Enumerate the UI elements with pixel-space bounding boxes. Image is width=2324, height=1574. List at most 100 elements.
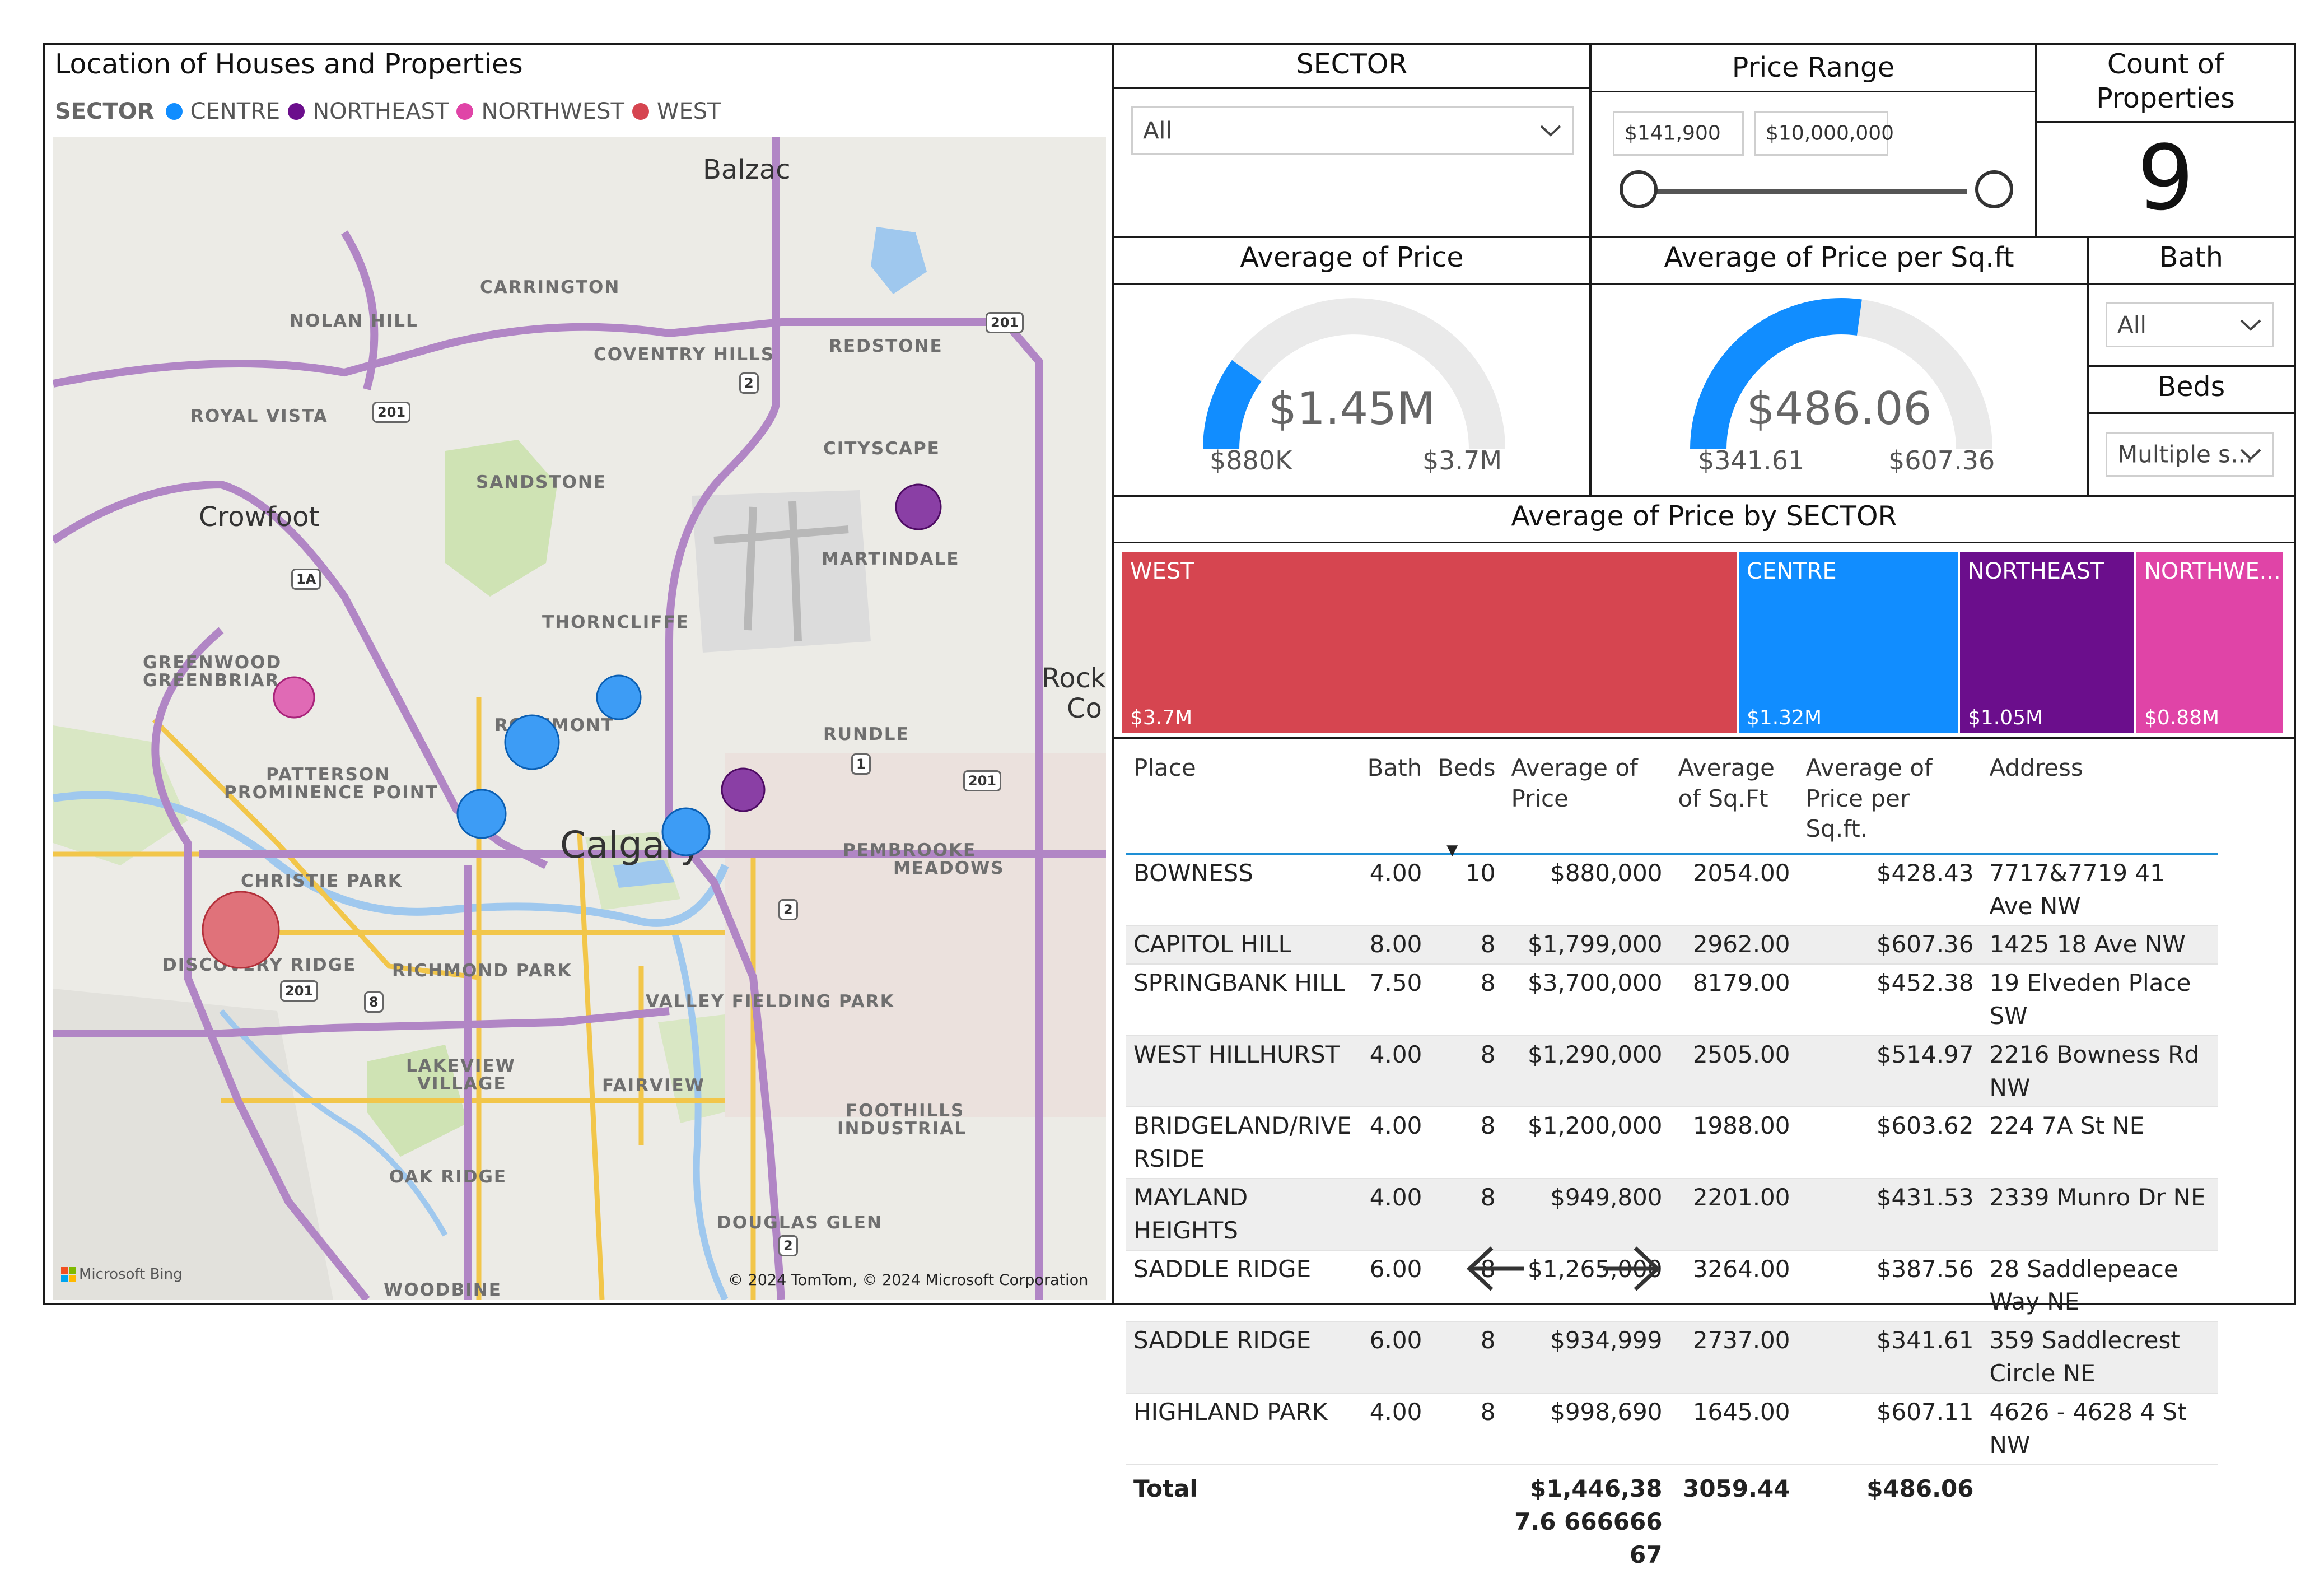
avg-ppsf-gauge-value: $486.06 <box>1746 383 1932 435</box>
table-row[interactable]: BRIDGELAND/RIVE RSIDE 4.00 8 $1,200,000 1988… <box>1126 1107 2218 1179</box>
arrow-left-icon <box>1466 1246 1524 1291</box>
legend-west: WEST <box>656 99 721 124</box>
price-max-input[interactable]: $10,000,000 <box>1754 111 1894 156</box>
map-canvas[interactable]: Balzac CARRINGTON NOLAN HILL COVENTRY HI… <box>53 137 1106 1300</box>
price-min-value: $141,900 <box>1625 122 1721 145</box>
table-row[interactable]: SPRINGBANK HILL 7.50 8 $3,700,000 8179.00 $45… <box>1126 964 2218 1036</box>
bath-dropdown-value: All <box>2117 311 2147 339</box>
table-row[interactable]: WEST HILLHURST 4.00 8 $1,290,000 2505.00 $514… <box>1126 1035 2218 1107</box>
bath-slicer-panel: Bath All <box>2087 236 2296 367</box>
treemap-tile-value: $3.7M <box>1130 706 1193 729</box>
bubble-centre <box>504 714 560 770</box>
legend-northeast: NORTHEAST <box>312 99 449 124</box>
col-place[interactable]: Place <box>1126 747 1360 854</box>
col-avg-ppsf[interactable]: Average of Price per Sq.ft. <box>1798 747 1982 854</box>
chevron-down-icon <box>1540 125 1561 137</box>
cell-sqft: 2054.00 <box>1692 859 1790 887</box>
cell-beds: 8 <box>1430 1035 1504 1107</box>
divider <box>2037 121 2294 123</box>
property-table: Place Bath Beds ▼ Average of Price Average… <box>1126 747 2218 1574</box>
cell-sqft: 8179.00 <box>1692 969 1790 997</box>
cell-sqft: 1645.00 <box>1692 1398 1790 1426</box>
table-row[interactable]: CAPITOL HILL 8.00 8 $1,799,000 2962.00 $607.3… <box>1126 925 2218 965</box>
map-legend: SECTOR CENTRE NORTHEAST NORTHWEST WEST <box>55 99 721 124</box>
treemap-tile-label: CENTRE <box>1747 558 1837 584</box>
map-bubbles <box>202 483 942 969</box>
divider <box>1114 283 1589 285</box>
treemap-tile-value: $0.88M <box>2144 706 2220 729</box>
cell-place: SADDLE RIDGE <box>1133 1255 1312 1283</box>
beds-dropdown[interactable]: Multiple s... <box>2106 432 2274 477</box>
legend-dot-northwest <box>456 103 474 120</box>
col-avg-price[interactable]: Average of Price <box>1504 747 1670 854</box>
bubble-northeast <box>721 767 766 812</box>
cell-address: 359 Saddlecrest Circle NE <box>1981 1321 2218 1393</box>
next-page-button[interactable] <box>1592 1238 1670 1300</box>
cell-bath: 4.00 <box>1359 1035 1430 1107</box>
chevron-down-icon <box>2240 449 2261 460</box>
table-row[interactable]: SADDLE RIDGE 6.00 8 $1,265,000 3264.00 $387.5… <box>1126 1250 2218 1322</box>
cell-bath: 4.00 <box>1369 1112 1422 1140</box>
treemap-tile-centre[interactable]: CENTRE $1.32M <box>1739 552 1958 733</box>
price-slider-min-handle[interactable] <box>1620 170 1658 208</box>
bubble-centre <box>456 789 507 839</box>
divider <box>1592 91 2035 92</box>
col-bath[interactable]: Bath <box>1360 747 1430 854</box>
table-row[interactable]: MAYLAND HEIGHTS 4.00 8 $949,800 2201.00 $431.… <box>1126 1178 2218 1250</box>
col-beds[interactable]: Beds ▼ <box>1430 747 1503 859</box>
sort-desc-icon: ▼ <box>1446 841 1458 859</box>
beds-slicer-title: Beds <box>2157 371 2225 403</box>
col-address[interactable]: Address <box>1982 747 2218 854</box>
legend-title: SECTOR <box>55 99 155 124</box>
map-copyright: © 2024 TomTom, © 2024 Microsoft Corporat… <box>728 1272 1089 1289</box>
sector-dropdown-value: All <box>1143 117 1173 145</box>
cell-ppsf: $607.36 <box>1798 925 1982 965</box>
table-row[interactable]: SADDLE RIDGE 6.00 8 $934,999 2737.00 $341.61 3… <box>1126 1321 2218 1393</box>
avg-price-gauge-max: $3.7M <box>1422 445 1502 476</box>
treemap-tile-west[interactable]: WEST $3.7M <box>1122 552 1737 733</box>
cell-bath: 6.00 <box>1369 1255 1422 1283</box>
map-panel: Location of Houses and Properties SECTOR… <box>43 43 1114 1305</box>
beds-slicer-panel: Beds Multiple s... <box>2087 365 2296 497</box>
cell-price: $998,690 <box>1550 1398 1663 1426</box>
legend-dot-west <box>632 103 649 120</box>
cell-price: $3,700,000 <box>1528 969 1663 997</box>
price-min-input[interactable]: $141,900 <box>1613 111 1744 156</box>
chevron-down-icon <box>2240 319 2261 331</box>
bubble-northeast <box>895 483 942 530</box>
treemap-tile-northwe[interactable]: NORTHWE... $0.88M <box>2136 552 2283 733</box>
table-row[interactable]: HIGHLAND PARK 4.00 8 $998,690 1645.00 $607.11… <box>1126 1393 2218 1465</box>
divider <box>2089 412 2294 414</box>
bath-dropdown[interactable]: All <box>2106 302 2274 347</box>
sector-dropdown[interactable]: All <box>1131 106 1574 155</box>
cell-address: 28 Saddlepeace Way NE <box>1989 1255 2178 1316</box>
table-row[interactable]: BOWNESS 4.00 10 $880,000 2054.00 $428.43 7717&… <box>1126 854 2218 926</box>
cell-ppsf: $387.56 <box>1876 1255 1974 1283</box>
cell-bath: 4.00 <box>1369 1398 1422 1426</box>
treemap-panel: Average of Price by SECTOR WEST $3.7M CENT… <box>1112 495 2296 739</box>
cell-ppsf: $431.53 <box>1798 1178 1982 1250</box>
cell-beds: 8 <box>1430 1321 1504 1393</box>
cell-ppsf: $428.43 <box>1876 859 1974 887</box>
cell-address: 224 7A St NE <box>1989 1112 2145 1140</box>
avg-price-gauge-title: Average of Price <box>1240 241 1464 273</box>
cell-ppsf: $603.62 <box>1876 1112 1974 1140</box>
price-max-value: $10,000,000 <box>1766 122 1894 145</box>
count-card-value: 9 <box>2137 125 2194 230</box>
price-range-panel: Price Range $141,900 $10,000,000 <box>1589 43 2037 238</box>
cell-price: $1,799,000 <box>1503 925 1670 965</box>
treemap-area: WEST $3.7M CENTRE $1.32M NORTHEAST $1.05M NORT… <box>1122 552 2283 733</box>
cell-place: MAYLAND HEIGHTS <box>1126 1178 1360 1250</box>
col-avg-sqft[interactable]: Average of Sq.Ft <box>1670 747 1798 854</box>
cell-beds: 8 <box>1430 925 1504 965</box>
prev-page-button[interactable] <box>1457 1238 1536 1300</box>
treemap-tile-northeast[interactable]: NORTHEAST $1.05M <box>1960 552 2134 733</box>
cell-bath: 7.50 <box>1369 969 1422 997</box>
legend-dot-northeast <box>288 103 305 120</box>
treemap-tile-label: NORTHWE... <box>2144 558 2281 584</box>
price-slider-max-handle[interactable] <box>1975 170 2013 208</box>
table-total-row: Total $1,446,387.6 66666667 3059.44 $486.06 <box>1126 1464 2218 1573</box>
cell-address: 2216 Bowness Rd NW <box>1981 1035 2218 1107</box>
cell-sqft: 1988.00 <box>1692 1112 1790 1140</box>
cell-price: $1,290,000 <box>1503 1035 1670 1107</box>
